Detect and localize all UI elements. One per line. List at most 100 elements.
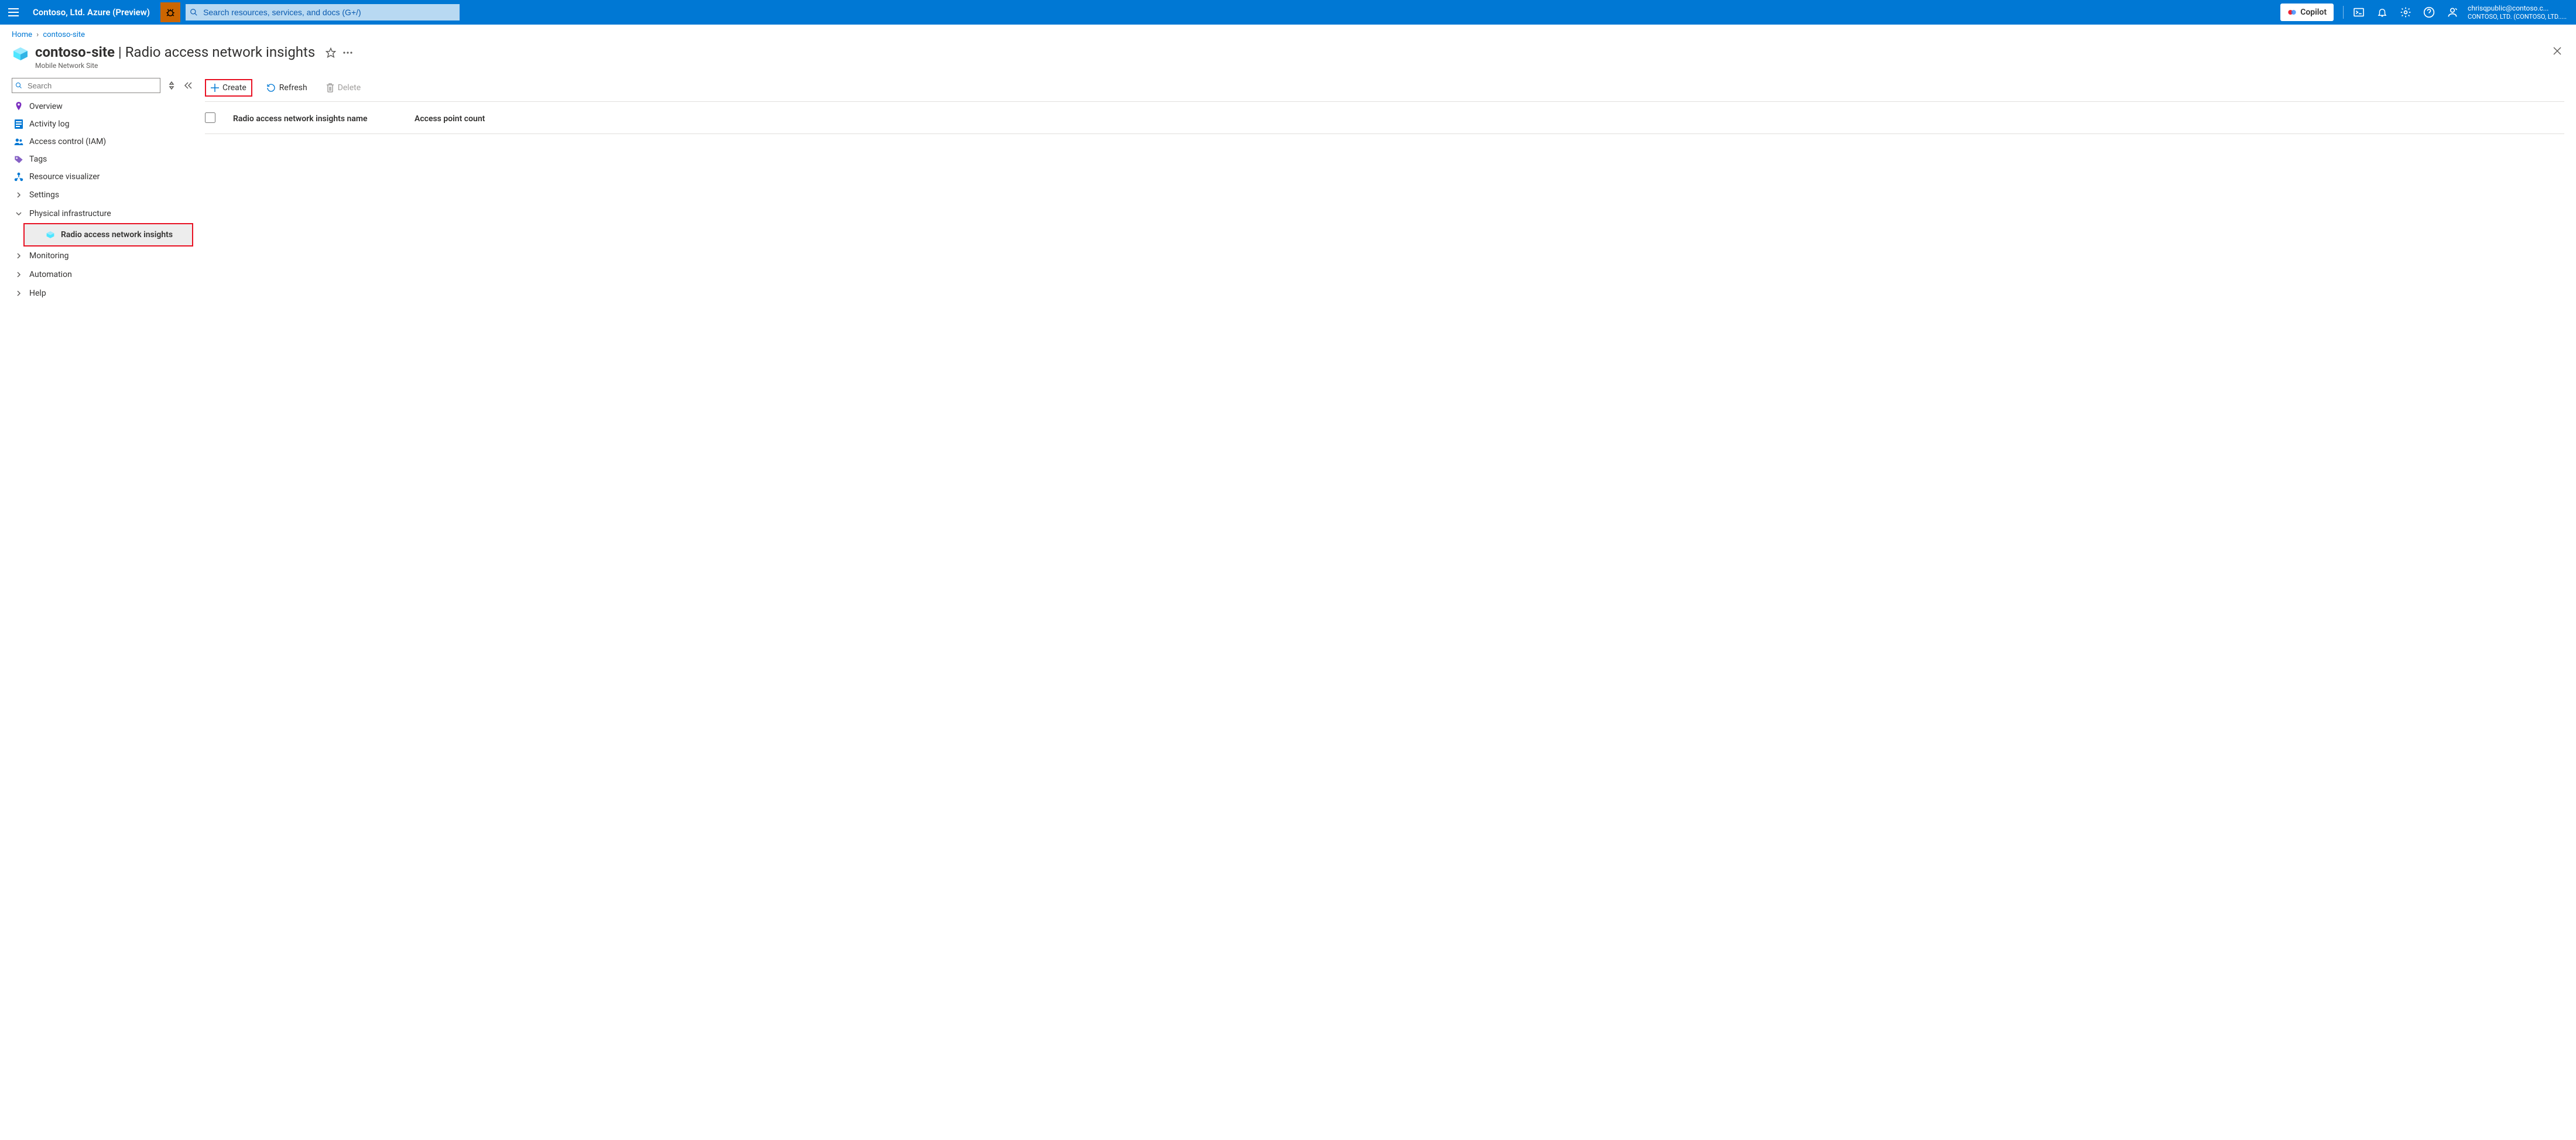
top-bar: Contoso, Ltd. Azure (Preview) Copilot ch… xyxy=(0,0,2576,25)
hamburger-icon xyxy=(8,8,19,16)
nav-label: Overview xyxy=(29,102,63,111)
nav-group-label: Settings xyxy=(29,190,59,200)
settings-button[interactable] xyxy=(2394,0,2417,25)
nav-group-label: Help xyxy=(29,289,46,298)
copilot-button[interactable]: Copilot xyxy=(2280,4,2334,21)
visualizer-icon xyxy=(14,172,23,182)
left-navigation: Overview Activity log Access control (IA… xyxy=(12,78,205,303)
feedback-icon xyxy=(2447,6,2458,18)
refresh-button[interactable]: Refresh xyxy=(262,80,312,95)
nav-group-help[interactable]: Help xyxy=(12,284,193,303)
close-blade-button[interactable] xyxy=(2550,44,2564,58)
nav-item-iam[interactable]: Access control (IAM) xyxy=(12,133,193,150)
chevron-double-left-icon xyxy=(184,82,192,89)
cloud-shell-icon xyxy=(2353,8,2365,17)
brand-label[interactable]: Contoso, Ltd. Azure (Preview) xyxy=(27,7,156,18)
trash-icon xyxy=(326,83,334,93)
nav-group-physical-infrastructure[interactable]: Physical infrastructure xyxy=(12,204,193,223)
nav-group-label: Monitoring xyxy=(29,251,69,261)
refresh-label: Refresh xyxy=(279,83,307,93)
activity-log-icon xyxy=(14,119,23,129)
nav-label: Tags xyxy=(29,155,47,164)
chevron-right-icon xyxy=(14,253,23,259)
select-all-checkbox[interactable] xyxy=(205,112,215,125)
notifications-button[interactable] xyxy=(2371,0,2394,25)
account-tenant: CONTOSO, LTD. (CONTOSO, LTD..... xyxy=(2468,13,2567,20)
main-pane: Create Refresh Delete Radio access netwo… xyxy=(205,78,2564,303)
overview-icon xyxy=(14,102,23,111)
nav-subitem-label: Radio access network insights xyxy=(61,230,173,239)
nav-group-label: Automation xyxy=(29,270,72,279)
bug-icon xyxy=(165,7,176,18)
star-icon xyxy=(326,47,336,58)
favorite-button[interactable] xyxy=(326,47,336,58)
search-icon xyxy=(15,82,22,89)
hamburger-menu[interactable] xyxy=(0,0,27,25)
tutorial-highlight: Radio access network insights xyxy=(23,223,193,247)
global-search xyxy=(185,4,460,21)
nav-item-tags[interactable]: Tags xyxy=(12,150,193,168)
nav-subitem-rani[interactable]: Radio access network insights xyxy=(25,224,192,245)
nav-item-activity-log[interactable]: Activity log xyxy=(12,115,193,133)
nav-group-monitoring[interactable]: Monitoring xyxy=(12,247,193,265)
nav-item-overview[interactable]: Overview xyxy=(12,98,193,115)
plus-icon xyxy=(211,84,219,92)
account-menu[interactable]: chrisqpublic@contoso.c... CONTOSO, LTD. … xyxy=(2464,4,2572,20)
select-all-input[interactable] xyxy=(205,112,215,123)
page-header: contoso-site | Radio access network insi… xyxy=(0,42,2576,78)
nav-group-automation[interactable]: Automation xyxy=(12,265,193,284)
table-header-row: Radio access network insights name Acces… xyxy=(205,102,2564,134)
delete-button: Delete xyxy=(321,80,365,95)
preview-feature-button[interactable] xyxy=(160,2,180,22)
nav-search-input[interactable] xyxy=(12,78,160,93)
refresh-icon xyxy=(266,83,276,93)
breadcrumb: Home › contoso-site xyxy=(0,25,2576,42)
help-icon xyxy=(2423,6,2435,18)
separator xyxy=(2343,6,2344,19)
nav-group-settings[interactable]: Settings xyxy=(12,186,193,204)
gear-icon xyxy=(2400,6,2411,18)
breadcrumb-home[interactable]: Home xyxy=(12,30,32,39)
help-button[interactable] xyxy=(2417,0,2441,25)
bell-icon xyxy=(2377,6,2387,18)
close-icon xyxy=(2553,46,2562,56)
page-title-suffix: Radio access network insights xyxy=(125,44,316,60)
nav-collapse-button[interactable] xyxy=(183,82,193,89)
iam-icon xyxy=(14,138,23,146)
tags-icon xyxy=(14,155,23,163)
chevron-down-icon xyxy=(14,211,23,217)
ellipsis-icon xyxy=(343,52,352,54)
resource-name: contoso-site xyxy=(35,44,115,60)
chevron-right-icon: › xyxy=(34,30,41,39)
global-search-input[interactable] xyxy=(185,4,460,21)
resource-type-label: Mobile Network Site xyxy=(35,61,315,70)
sort-icon xyxy=(169,81,174,90)
search-icon xyxy=(190,8,198,16)
chevron-right-icon xyxy=(14,290,23,296)
copilot-label: Copilot xyxy=(2300,8,2327,17)
nav-group-label: Physical infrastructure xyxy=(29,209,111,218)
chevron-right-icon xyxy=(14,192,23,198)
copilot-icon xyxy=(2287,8,2297,17)
chevron-right-icon xyxy=(14,272,23,278)
create-button[interactable]: Create xyxy=(205,79,252,97)
breadcrumb-current[interactable]: contoso-site xyxy=(43,30,85,39)
command-bar: Create Refresh Delete xyxy=(205,78,2564,102)
nav-label: Activity log xyxy=(29,119,70,129)
column-header-count[interactable]: Access point count xyxy=(415,114,543,124)
nav-label: Access control (IAM) xyxy=(29,137,106,146)
nav-item-resource-visualizer[interactable]: Resource visualizer xyxy=(12,168,193,186)
feedback-button[interactable] xyxy=(2441,0,2464,25)
column-header-name[interactable]: Radio access network insights name xyxy=(233,114,397,124)
cloud-shell-button[interactable] xyxy=(2347,0,2371,25)
create-label: Create xyxy=(222,83,246,93)
nav-sort-button[interactable] xyxy=(166,81,177,90)
nav-label: Resource visualizer xyxy=(29,172,100,182)
nav-search xyxy=(12,78,160,93)
resource-icon xyxy=(12,45,29,63)
delete-label: Delete xyxy=(338,83,361,93)
account-email: chrisqpublic@contoso.c... xyxy=(2468,4,2567,12)
page-title: contoso-site | Radio access network insi… xyxy=(35,44,315,60)
more-commands-button[interactable] xyxy=(343,52,352,54)
resource-icon xyxy=(46,230,55,239)
